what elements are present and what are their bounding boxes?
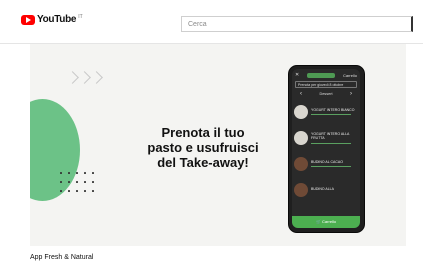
list-item: YOGURT INTERO ALLA FRUTTA [292,126,360,149]
list-item: YOGURT INTERO BIANCO [292,100,360,123]
cart-icon: 🛒 [315,219,321,224]
youtube-play-icon [21,14,35,25]
dot-grid-decoration [60,172,100,199]
category-selector: ‹ Dessert › [292,88,360,100]
youtube-logo-text: YouTube [37,14,77,25]
phone-cart-label: Carrello [342,72,357,78]
item-name: YOGURT INTERO ALLA FRUTTA [311,131,350,141]
app-logo [307,72,336,78]
booking-date: Prenota per giovedì 8 ottobre [295,81,357,88]
item-name: BUDINO ALLA [311,187,334,192]
video-title: App Fresh & Natural [30,254,94,261]
list-item: BUDINO ALLA [292,178,360,201]
headline-line: del Take-away! [157,155,249,170]
chevrons-decoration [66,71,104,84]
category-label: Dessert [319,92,333,96]
headline-line: Prenota il tuo [161,125,245,140]
list-item: BUDINO AL CACAO [292,152,360,175]
phone-app-header: ✕ Carrello [292,69,360,81]
phone-cart-button: 🛒 Carrello [292,216,360,228]
close-icon: ✕ [295,72,300,78]
pudding-image [294,182,308,197]
pudding-image [294,156,308,171]
search-box[interactable] [181,16,413,32]
yogurt-image [294,104,308,119]
chevron-left-icon: ‹ [300,91,302,97]
phone-mockup: ✕ Carrello Prenota per giovedì 8 ottobre… [288,65,365,233]
video-player[interactable]: Prenota il tuo pasto e usufruisci del Ta… [30,44,406,246]
top-bar: YouTube IT [0,0,423,44]
search-input[interactable] [188,17,411,31]
country-code: IT [78,13,83,20]
phone-cart-button-label: Carrello [322,219,337,224]
yogurt-image [294,130,308,145]
video-headline: Prenota il tuo pasto e usufruisci del Ta… [133,125,273,170]
headline-line: pasto e usufruisci [147,140,259,155]
item-name: YOGURT INTERO BIANCO [311,107,355,112]
phone-screen: ✕ Carrello Prenota per giovedì 8 ottobre… [292,69,360,228]
chevron-right-icon: › [350,91,352,97]
item-name: BUDINO AL CACAO [311,159,343,164]
youtube-logo[interactable]: YouTube IT [21,14,83,25]
